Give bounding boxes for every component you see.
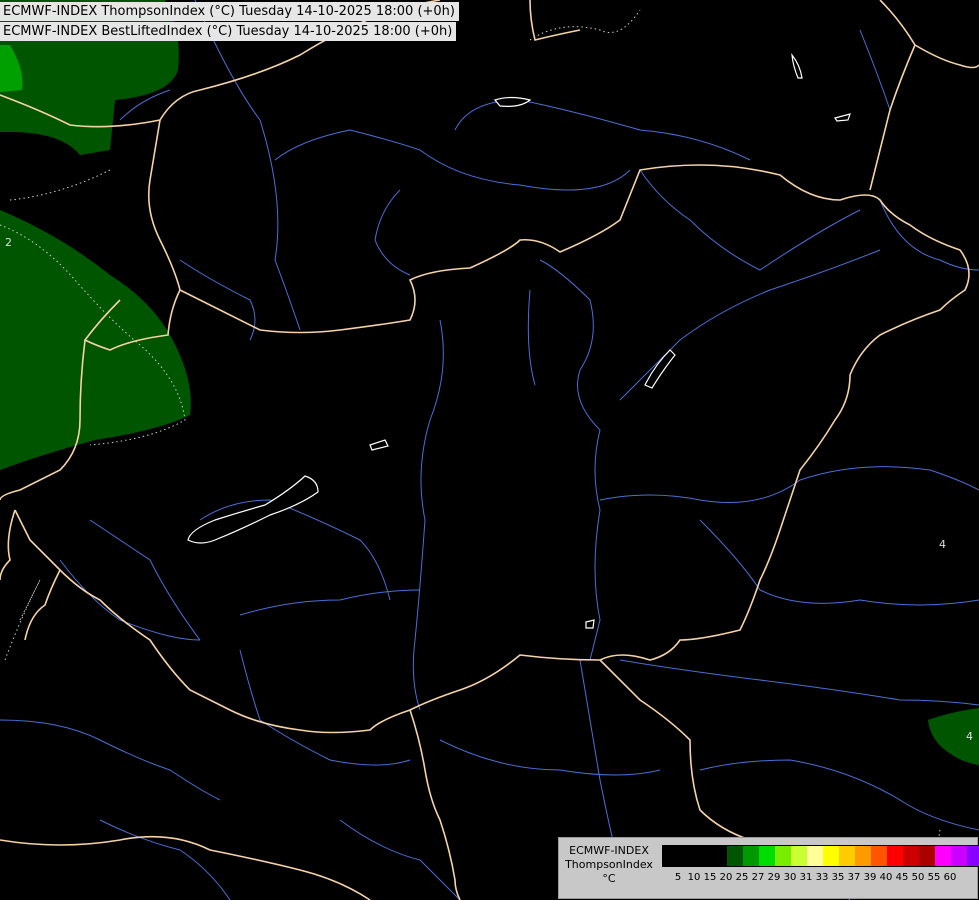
legend-tick: 20: [719, 872, 733, 883]
legend-tick-labels: 5 10 15 20 25 27 29 30 31 33 35 37 39 40 45 50 55 60: [670, 872, 958, 883]
legend-tick: 25: [735, 872, 749, 883]
legend-title: ECMWF-INDEX ThompsonIndex °C: [559, 844, 659, 886]
legend-swatch: [743, 846, 759, 866]
lake-balaton: [187, 475, 319, 544]
contour-label: 2: [5, 236, 12, 249]
legend-tick: 55: [927, 872, 941, 883]
contour-label: 4: [966, 730, 973, 743]
country-borders: [0, 0, 979, 900]
legend-title-source: ECMWF-INDEX: [569, 844, 649, 857]
legend-swatch: [727, 846, 743, 866]
lakes: [187, 53, 851, 629]
legend-swatch: [791, 846, 807, 866]
legend-swatch: [823, 846, 839, 866]
legend-swatch: [679, 846, 695, 866]
legend-title-parameter: ThompsonIndex: [565, 858, 653, 871]
legend-title-unit: °C: [602, 872, 616, 885]
legend-swatch: [695, 846, 711, 866]
contour-label: 4: [939, 538, 946, 551]
map-canvas: 2 4 4: [0, 0, 979, 900]
legend-swatch: [935, 846, 951, 866]
legend-tick: 45: [895, 872, 909, 883]
map-title-thompson: ECMWF-INDEX ThompsonIndex (°C) Tuesday 1…: [0, 2, 459, 21]
legend-color-scale: [662, 845, 979, 867]
legend-swatch: [855, 846, 871, 866]
legend-tick: 5: [674, 872, 682, 883]
legend-tick: 37: [847, 872, 861, 883]
legend-swatch: [967, 846, 979, 866]
legend-swatch: [951, 846, 967, 866]
legend-tick: 31: [799, 872, 813, 883]
contour-lines: [0, 9, 941, 900]
legend-swatch: [903, 846, 919, 866]
legend-swatch: [663, 846, 679, 866]
legend-tick: 29: [767, 872, 781, 883]
legend-swatch: [807, 846, 823, 866]
legend-swatch: [759, 846, 775, 866]
legend-tick: 33: [815, 872, 829, 883]
legend-tick: 35: [831, 872, 845, 883]
legend-tick: 15: [703, 872, 717, 883]
green-area-west: [0, 210, 191, 470]
legend-tick: 27: [751, 872, 765, 883]
legend-swatch: [887, 846, 903, 866]
legend-swatch: [919, 846, 935, 866]
map-title-lifted: ECMWF-INDEX BestLiftedIndex (°C) Tuesday…: [0, 22, 457, 41]
legend-tick: 60: [943, 872, 957, 883]
legend: ECMWF-INDEX ThompsonIndex °C 5 10 15 20 25 27…: [558, 837, 979, 899]
weather-map: 2 4 4 ECMWF-INDEX ThompsonIndex (°C) Tue…: [0, 0, 979, 900]
rivers: [0, 0, 979, 900]
legend-tick: 30: [783, 872, 797, 883]
legend-tick: 10: [687, 872, 701, 883]
legend-tick: 40: [879, 872, 893, 883]
legend-tick: 39: [863, 872, 877, 883]
legend-swatch: [711, 846, 727, 866]
legend-tick: 50: [911, 872, 925, 883]
legend-swatch: [839, 846, 855, 866]
legend-swatch: [775, 846, 791, 866]
legend-swatch: [871, 846, 887, 866]
